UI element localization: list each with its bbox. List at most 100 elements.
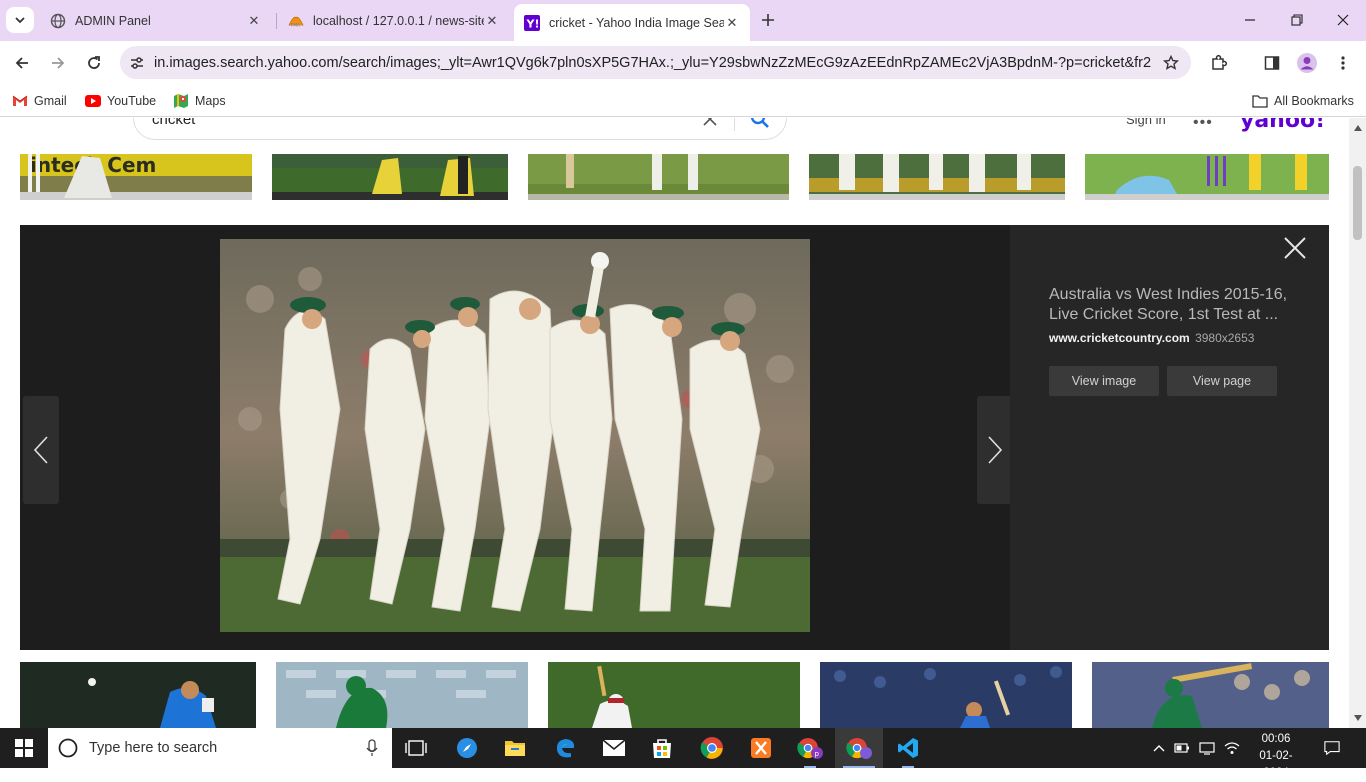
minimize-button[interactable]: [1240, 10, 1260, 30]
image-result[interactable]: [809, 154, 1065, 200]
notification-icon: [1324, 741, 1340, 756]
clock-time: 00:06: [1261, 733, 1291, 745]
yahoo-search-box[interactable]: cricket: [133, 118, 787, 140]
image-result[interactable]: intech Cem: [20, 154, 252, 200]
microphone-icon[interactable]: [366, 739, 378, 757]
view-page-button[interactable]: View page: [1167, 366, 1277, 396]
address-bar[interactable]: in.images.search.yahoo.com/search/images…: [120, 46, 1191, 79]
taskbar-app-chrome[interactable]: [688, 728, 736, 768]
profile-button[interactable]: [1293, 49, 1321, 77]
next-image-button[interactable]: [977, 396, 1013, 504]
forward-button[interactable]: [44, 49, 72, 77]
battery-icon[interactable]: [1174, 740, 1190, 756]
scrollbar-thumb[interactable]: [1353, 166, 1362, 240]
bookmark-maps[interactable]: Maps: [173, 92, 226, 110]
bookmark-star-icon[interactable]: [1151, 46, 1191, 79]
taskbar-app-vscode[interactable]: [884, 728, 932, 768]
previous-image-button[interactable]: [23, 396, 59, 504]
side-panel-button[interactable]: [1258, 49, 1286, 77]
site-info-icon[interactable]: [120, 46, 154, 79]
taskbar-app-mail[interactable]: [590, 728, 638, 768]
extensions-button[interactable]: [1205, 49, 1233, 77]
search-icon: [58, 738, 78, 758]
notifications-button[interactable]: [1324, 740, 1340, 756]
all-bookmarks-button[interactable]: All Bookmarks: [1252, 92, 1354, 110]
plus-icon: [762, 14, 774, 26]
taskbar-app-store[interactable]: [638, 728, 686, 768]
more-icon[interactable]: •••: [1193, 118, 1213, 132]
edge-icon: [556, 739, 575, 758]
reload-button[interactable]: [80, 49, 108, 77]
yahoo-logo[interactable]: yahoo!: [1240, 118, 1325, 133]
taskbar-app-chrome-active[interactable]: [835, 728, 883, 768]
image-result[interactable]: [20, 662, 256, 728]
view-image-button[interactable]: View image: [1049, 366, 1159, 396]
folder-icon: [1252, 94, 1268, 108]
tab-admin-panel[interactable]: ADMIN Panel ✕: [40, 4, 272, 37]
close-icon[interactable]: ✕: [484, 13, 500, 29]
search-icon[interactable]: [748, 118, 772, 131]
start-button[interactable]: [0, 728, 48, 768]
minimize-icon: [1245, 19, 1255, 21]
close-preview-button[interactable]: [1282, 235, 1308, 261]
mail-icon: [602, 739, 626, 756]
gmail-icon: [12, 94, 28, 108]
scroll-up-icon[interactable]: [1353, 124, 1362, 132]
puzzle-icon: [1212, 54, 1228, 70]
browser-toolbar: in.images.search.yahoo.com/search/images…: [0, 41, 1366, 85]
image-result[interactable]: [528, 154, 789, 200]
maps-icon: [173, 94, 189, 108]
taskbar-app-file-explorer[interactable]: [491, 728, 539, 768]
image-result[interactable]: [276, 662, 528, 728]
page-scrollbar[interactable]: [1349, 118, 1366, 728]
preview-info-pane: Australia vs West Indies 2015-16, Live C…: [1010, 225, 1329, 650]
taskbar-app-xampp[interactable]: [737, 728, 785, 768]
network-icon[interactable]: [1199, 740, 1215, 756]
tab-yahoo-images[interactable]: Y! cricket - Yahoo India Image Search ✕: [514, 4, 750, 41]
system-clock[interactable]: 00:06 01-02-2024: [1248, 731, 1304, 782]
svg-text:Y!: Y!: [526, 17, 540, 30]
image-result[interactable]: [1092, 662, 1329, 728]
show-hidden-icons-button[interactable]: [1151, 740, 1167, 756]
preview-title[interactable]: Australia vs West Indies 2015-16, Live C…: [1049, 285, 1307, 325]
url-text[interactable]: in.images.search.yahoo.com/search/images…: [154, 55, 1151, 71]
chrome-menu-button[interactable]: [1329, 49, 1357, 77]
tab-phpmyadmin[interactable]: PMA localhost / 127.0.0.1 / news-site ✕: [278, 4, 510, 37]
image-preview-panel: Australia vs West Indies 2015-16, Live C…: [20, 225, 1329, 650]
search-input[interactable]: cricket: [152, 118, 195, 128]
back-button[interactable]: [8, 49, 36, 77]
image-result[interactable]: [820, 662, 1072, 728]
tab-search-button[interactable]: [6, 7, 34, 33]
preview-source: www.cricketcountry.com 3980x2653: [1049, 331, 1254, 345]
all-bookmarks-label: All Bookmarks: [1274, 94, 1354, 108]
tab-strip: ADMIN Panel ✕ PMA localhost / 127.0.0.1 …: [0, 0, 1366, 41]
close-window-button[interactable]: [1333, 10, 1353, 30]
tab-title: cricket - Yahoo India Image Search: [549, 15, 724, 30]
restore-button[interactable]: [1287, 10, 1307, 30]
image-result[interactable]: [1085, 154, 1329, 200]
task-view-button[interactable]: [392, 728, 440, 768]
taskbar-app-edge[interactable]: [541, 728, 589, 768]
close-icon[interactable]: ✕: [246, 13, 262, 29]
bookmark-label: YouTube: [107, 94, 157, 108]
close-icon: [1284, 237, 1306, 259]
store-icon: [653, 739, 671, 758]
new-tab-button[interactable]: [758, 10, 778, 30]
bookmark-label: Gmail: [34, 94, 67, 108]
wifi-icon[interactable]: [1224, 740, 1240, 756]
image-result[interactable]: [272, 154, 508, 200]
close-icon[interactable]: ✕: [724, 15, 740, 31]
preview-image[interactable]: [220, 239, 810, 632]
bookmark-gmail[interactable]: Gmail: [12, 92, 67, 110]
tab-title: ADMIN Panel: [75, 13, 151, 28]
sign-in-link[interactable]: Sign in: [1126, 118, 1166, 127]
taskbar-search-box[interactable]: Type here to search: [48, 728, 392, 768]
bookmark-youtube[interactable]: YouTube: [85, 92, 156, 110]
arrow-left-icon: [15, 57, 28, 69]
image-result[interactable]: [548, 662, 800, 728]
taskbar-app-chrome-profile[interactable]: p: [786, 728, 834, 768]
scroll-down-icon[interactable]: [1353, 714, 1362, 722]
clear-search-icon[interactable]: [700, 118, 720, 129]
taskbar-app-safari[interactable]: [443, 728, 491, 768]
source-domain-link[interactable]: www.cricketcountry.com: [1049, 331, 1190, 345]
